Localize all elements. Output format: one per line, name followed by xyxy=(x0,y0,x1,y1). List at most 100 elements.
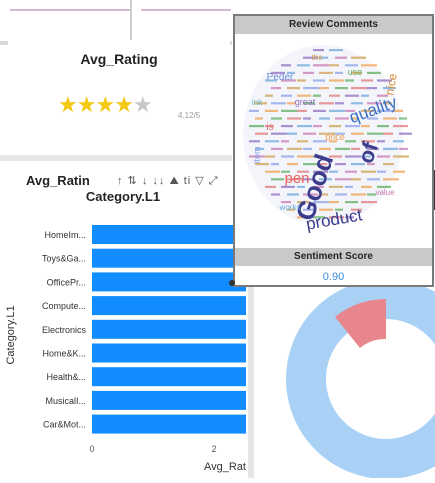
word-cloud-filler xyxy=(399,117,407,120)
bar-chart-card[interactable]: Avg_Ratin ↑ ⇅ ↓ ↓↓ ⛰ ti ▽ ⤢ Category.L1 … xyxy=(0,165,246,478)
donut-chart[interactable] xyxy=(258,279,435,479)
word-cloud-filler xyxy=(303,117,311,120)
word-cloud-filler xyxy=(313,125,322,128)
category-label: Electronics xyxy=(42,325,87,335)
bar[interactable] xyxy=(92,296,246,316)
word-cloud-filler xyxy=(281,140,289,143)
word-cloud-word: works xyxy=(279,203,301,212)
category-label: OfficePr... xyxy=(47,277,86,287)
word-cloud-filler xyxy=(367,132,383,135)
word-cloud-filler xyxy=(313,109,326,112)
word-cloud-filler xyxy=(383,132,393,135)
word-cloud-filler xyxy=(303,147,312,150)
word-cloud-filler xyxy=(361,170,376,173)
sentiment-title: Sentiment Score xyxy=(235,248,432,266)
category-label: Car&Mot... xyxy=(43,420,86,430)
word-cloud-filler xyxy=(265,185,276,188)
word-cloud-filler xyxy=(313,79,325,82)
word-cloud-filler xyxy=(313,49,324,52)
word-cloud-filler xyxy=(393,170,405,173)
word-cloud-filler xyxy=(303,87,319,90)
word-cloud-filler xyxy=(303,71,314,74)
word-cloud-filler xyxy=(271,87,281,90)
word-cloud-word: ink xyxy=(252,98,263,107)
star-icon: ★ xyxy=(58,92,78,117)
word-cloud-filler xyxy=(361,125,370,128)
bar-chart[interactable]: HomeIm...4.3Toys&Ga...OfficePr...Compute… xyxy=(0,165,246,478)
word-cloud-filler xyxy=(351,163,365,166)
word-cloud-word: use xyxy=(348,67,363,77)
word-cloud-filler xyxy=(361,94,369,97)
word-cloud-filler xyxy=(249,109,259,112)
word-cloud-filler xyxy=(329,49,343,52)
word-cloud-filler xyxy=(249,140,260,143)
star-icon: ★ xyxy=(95,92,115,117)
word-cloud-filler xyxy=(335,102,344,105)
word-cloud-filler xyxy=(329,185,343,188)
bar[interactable] xyxy=(92,390,246,410)
word-cloud-filler xyxy=(287,132,297,135)
sentiment-score-value: 0.90 xyxy=(322,271,345,283)
word-cloud-filler xyxy=(335,71,343,74)
word-cloud-filler xyxy=(399,132,412,135)
word-cloud-filler xyxy=(383,163,394,166)
review-comments-popup[interactable]: Review Comments Good of quality product pen n… xyxy=(233,14,434,287)
word-cloud-filler xyxy=(377,140,385,143)
word-cloud-filler xyxy=(335,147,350,150)
word-cloud-filler xyxy=(345,185,353,188)
word-cloud-filler xyxy=(281,109,297,112)
word-cloud-filler xyxy=(281,94,292,97)
bar[interactable] xyxy=(92,343,246,363)
word-cloud-filler xyxy=(399,147,408,150)
word-cloud-filler xyxy=(361,185,372,188)
y-axis-label: Category.L1 xyxy=(5,305,17,364)
word-cloud[interactable]: Good ofqualityproductpennicePederitemusei… xyxy=(235,35,432,247)
word-cloud-filler xyxy=(271,193,280,196)
word-cloud-filler xyxy=(351,178,361,181)
word-cloud-filler xyxy=(345,201,358,204)
word-cloud-filler xyxy=(335,117,349,120)
star-icon: ★ xyxy=(114,92,134,117)
word-cloud-filler xyxy=(281,64,291,67)
word-cloud-filler xyxy=(383,147,398,150)
avg-rating-card[interactable]: Avg_Rating ★★★★★ 4.12/5 xyxy=(8,40,230,150)
top-tile-strip-left xyxy=(10,0,130,11)
star-icon: ★ xyxy=(76,92,97,117)
word-cloud-filler xyxy=(265,170,280,173)
bar[interactable] xyxy=(92,367,246,387)
word-cloud-filler xyxy=(345,79,354,82)
word-cloud-filler xyxy=(393,140,404,143)
word-cloud-filler xyxy=(361,201,377,204)
tooltip-pointer-icon xyxy=(229,280,235,286)
word-cloud-filler xyxy=(367,87,377,90)
star-icon-empty: ★ xyxy=(132,92,153,117)
word-cloud-word: nice xyxy=(382,72,400,96)
word-cloud-filler xyxy=(265,94,273,97)
word-cloud-filler xyxy=(361,64,377,67)
word-cloud-filler xyxy=(335,87,348,90)
rating-value-label: 4.12/5 xyxy=(178,111,201,120)
word-cloud-word: great xyxy=(295,97,316,107)
word-cloud-filler xyxy=(297,109,307,112)
category-label: Health&... xyxy=(46,372,86,382)
bar[interactable] xyxy=(92,248,246,268)
word-cloud-filler xyxy=(335,178,351,181)
word-cloud-filler xyxy=(287,147,302,150)
word-cloud-filler xyxy=(319,87,329,90)
word-cloud-filler xyxy=(393,125,408,128)
word-cloud-filler xyxy=(367,71,381,74)
rating-card-title: Avg_Rating xyxy=(80,51,158,67)
top-tile-divider xyxy=(130,0,132,40)
word-cloud-filler xyxy=(329,79,344,82)
bar[interactable] xyxy=(92,414,246,434)
word-cloud-filler xyxy=(271,147,283,150)
word-cloud-filler xyxy=(271,102,286,105)
category-label: Compute... xyxy=(42,301,86,311)
word-cloud-filler xyxy=(351,132,364,135)
bar[interactable] xyxy=(92,272,246,292)
x-tick-label: 0 xyxy=(89,444,94,454)
bar[interactable] xyxy=(92,319,246,339)
category-label: HomeIm... xyxy=(44,230,86,240)
word-cloud-filler xyxy=(377,170,386,173)
bar[interactable] xyxy=(92,225,246,244)
